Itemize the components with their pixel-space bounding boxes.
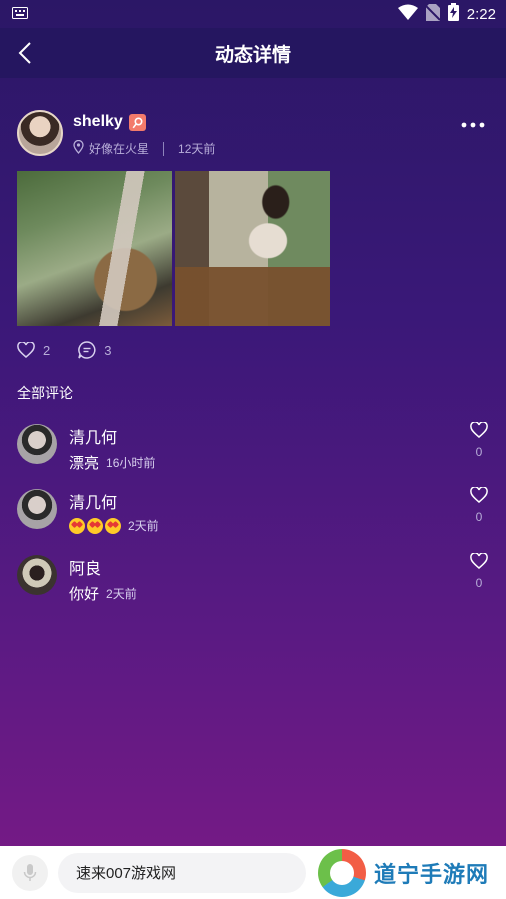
comment-button[interactable]: 3 — [78, 341, 111, 359]
like-count: 2 — [43, 342, 51, 358]
heart-icon — [17, 342, 35, 358]
comment-like-button[interactable]: 0 — [469, 421, 489, 459]
comment-time: 2天前 — [106, 587, 137, 601]
comment-item: 阿良 你好 2天前 0 — [17, 552, 489, 609]
location-pin-icon — [73, 139, 84, 157]
post-time: 12天前 — [178, 142, 216, 156]
comment-count: 3 — [104, 342, 112, 358]
post-photo-1[interactable] — [17, 171, 172, 326]
post-header: shelky 好像在火星 12天前 — [17, 110, 489, 156]
commenter-avatar[interactable] — [17, 424, 57, 464]
heart-eyes-emoji-icon — [87, 517, 103, 534]
microphone-icon — [23, 864, 37, 881]
status-time: 2:22 — [466, 5, 496, 23]
watermark: 道宁手游网 — [318, 849, 489, 897]
commenter-name[interactable]: 清几何 — [69, 489, 117, 513]
keyboard-icon — [12, 6, 28, 23]
watermark-text: 道宁手游网 — [374, 862, 490, 887]
app-bar: 动态详情 — [0, 28, 506, 78]
post-meta: 好像在火星 12天前 — [73, 139, 216, 157]
voice-input-button[interactable] — [12, 855, 48, 891]
post-actions: 2 3 — [17, 341, 111, 359]
heart-icon — [470, 421, 488, 438]
author-name[interactable]: shelky — [73, 113, 123, 131]
comments-section-title: 全部评论 — [17, 385, 73, 401]
commenter-name[interactable]: 清几何 — [69, 424, 117, 448]
comment-text: 你好 — [69, 586, 100, 603]
heart-icon — [470, 486, 488, 503]
comment-item: 清几何 漂亮 16小时前 0 — [17, 421, 489, 478]
post-location: 好像在火星 — [89, 142, 150, 156]
comment-like-count: 0 — [475, 510, 483, 524]
post-photo-2[interactable] — [175, 171, 330, 326]
female-badge-icon — [129, 114, 146, 131]
status-bar: 2:22 — [0, 0, 506, 28]
comment-input[interactable] — [58, 853, 306, 893]
post-photos — [17, 171, 330, 326]
comment-bubble-icon — [78, 341, 96, 359]
watermark-logo — [318, 849, 366, 897]
no-sim-icon — [425, 3, 441, 25]
back-button[interactable] — [10, 38, 40, 68]
battery-charging-icon — [447, 3, 459, 25]
meta-divider — [163, 141, 165, 156]
heart-eyes-emoji-icon — [105, 517, 121, 534]
author-avatar[interactable] — [17, 110, 63, 156]
comment-emojis — [69, 517, 121, 534]
comment-like-button[interactable]: 0 — [469, 486, 489, 524]
comment-body: 2天前 — [69, 517, 159, 534]
chevron-left-icon — [18, 42, 31, 64]
commenter-avatar[interactable] — [17, 489, 57, 529]
more-options-button[interactable] — [461, 112, 485, 133]
page-title: 动态详情 — [214, 44, 291, 66]
comment-time: 16小时前 — [106, 456, 156, 470]
photo-table-shade — [175, 171, 330, 326]
comment-time: 2天前 — [128, 519, 159, 533]
comment-body: 漂亮 16小时前 — [69, 452, 155, 473]
comment-like-button[interactable]: 0 — [469, 552, 489, 590]
comment-item: 清几何 2天前 0 — [17, 486, 489, 543]
comment-like-count: 0 — [475, 445, 483, 459]
bottom-input-bar: 道宁手游网 — [0, 846, 506, 899]
more-dots-icon — [461, 122, 485, 128]
heart-eyes-emoji-icon — [69, 517, 85, 534]
comment-text: 漂亮 — [69, 455, 100, 472]
comment-like-count: 0 — [475, 576, 483, 590]
heart-icon — [470, 552, 488, 569]
wifi-icon — [397, 4, 418, 24]
commenter-avatar[interactable] — [17, 555, 57, 595]
commenter-name[interactable]: 阿良 — [69, 555, 101, 579]
like-button[interactable]: 2 — [17, 342, 50, 358]
comment-body: 你好 2天前 — [69, 583, 137, 604]
